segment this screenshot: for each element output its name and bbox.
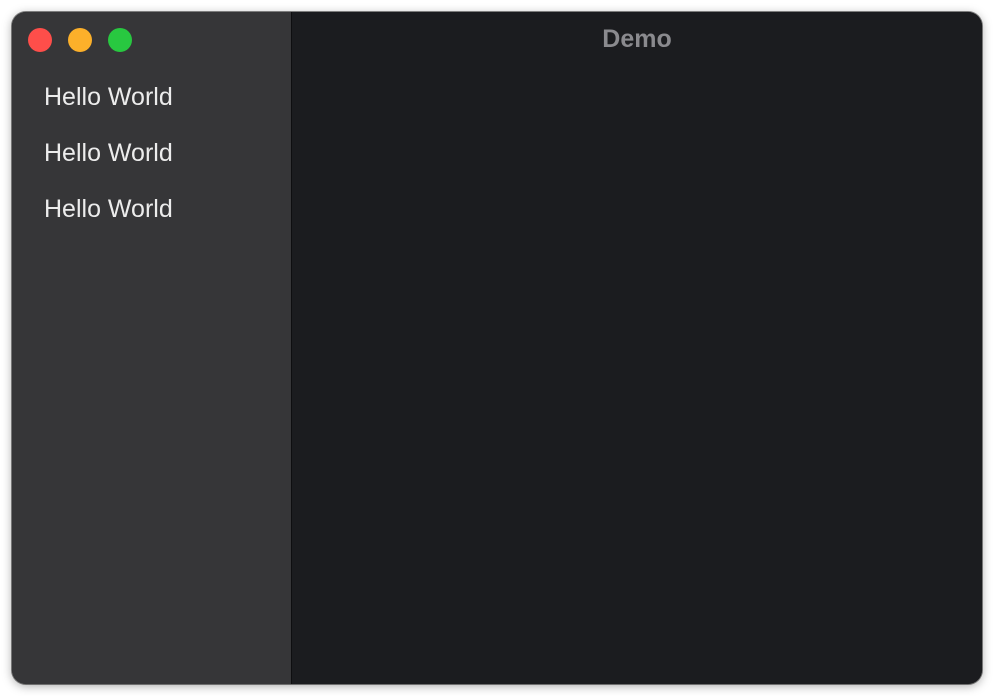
window-title: Demo [602,25,672,53]
sidebar-item[interactable]: Hello World [44,138,173,194]
window-controls [28,28,132,52]
sidebar-item[interactable]: Hello World [44,194,173,250]
close-button[interactable] [28,28,52,52]
app-window: Hello World Hello World Hello World Demo [12,12,982,684]
sidebar-list: Hello World Hello World Hello World [44,82,173,250]
minimize-button[interactable] [68,28,92,52]
main-content: Demo [292,12,982,684]
zoom-button[interactable] [108,28,132,52]
sidebar: Hello World Hello World Hello World [12,12,292,684]
sidebar-item[interactable]: Hello World [44,82,173,138]
